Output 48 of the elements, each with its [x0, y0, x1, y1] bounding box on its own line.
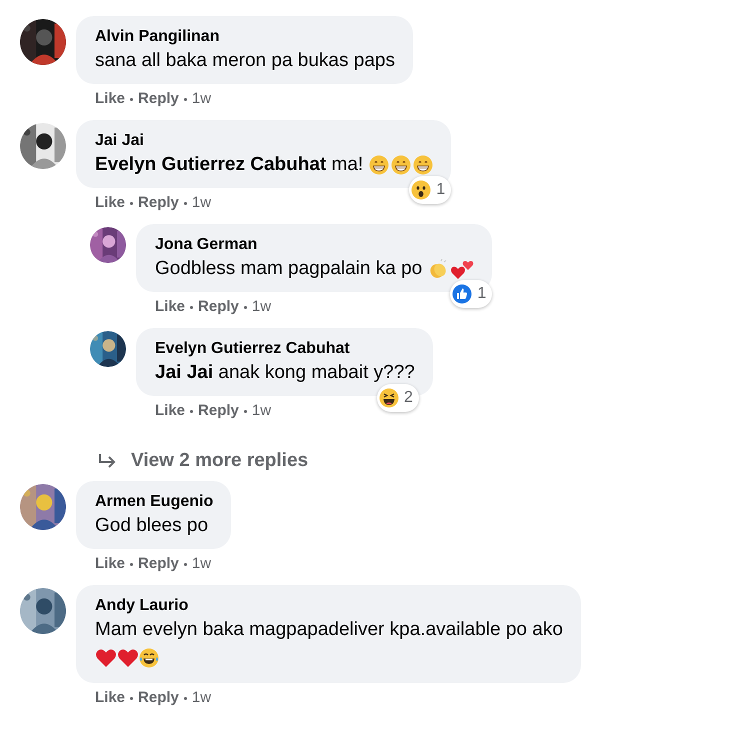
- heart-emoji-icon: [95, 648, 117, 668]
- grinning-emoji-icon: [391, 155, 412, 175]
- comment-text: God blees po: [95, 514, 208, 538]
- comment-text: Mam evelyn baka magpapadeliver kpa.available po ako: [95, 618, 563, 642]
- author-name[interactable]: Andy Laurio: [95, 595, 563, 617]
- grinning-emoji-icon: [369, 155, 390, 175]
- author-name[interactable]: Alvin Pangilinan: [95, 26, 395, 48]
- view-more-replies-link[interactable]: View 2 more replies: [131, 446, 308, 476]
- comment-text: sana all baka meron pa bukas paps: [95, 49, 395, 73]
- two-hearts-emoji-icon: [450, 258, 474, 280]
- reply-link[interactable]: Reply: [138, 88, 179, 110]
- thumbs-up-icon: [452, 284, 472, 304]
- reaction-badge[interactable]: 1: [450, 280, 492, 308]
- author-name[interactable]: Jai Jai: [95, 130, 434, 152]
- reply-link[interactable]: Reply: [138, 686, 179, 710]
- reaction-count: 2: [404, 388, 413, 408]
- timestamp: 1w: [192, 554, 212, 574]
- timestamp: 1w: [252, 400, 272, 421]
- reply-link[interactable]: Reply: [138, 192, 179, 214]
- grinning-emoji-icon: [413, 155, 434, 175]
- reply-link[interactable]: Reply: [198, 400, 239, 422]
- like-link[interactable]: Like: [155, 296, 186, 318]
- like-link[interactable]: Like: [95, 88, 126, 110]
- timestamp: 1w: [192, 88, 212, 109]
- author-name[interactable]: Evelyn Gutierrez Cabuhat: [155, 338, 415, 360]
- reply-link[interactable]: Reply: [138, 552, 179, 576]
- comment-text: Jai Jai anak kong mabait y???: [155, 361, 415, 385]
- reply-link[interactable]: Reply: [198, 296, 239, 318]
- timestamp: 1w: [252, 296, 272, 317]
- reaction-count: 1: [477, 284, 486, 304]
- reaction-badge[interactable]: 2: [376, 384, 419, 412]
- reply-arrow-icon: [97, 453, 117, 469]
- like-link[interactable]: Like: [95, 552, 126, 576]
- laughing-tears-emoji-icon: [139, 648, 159, 668]
- reaction-badge[interactable]: 1: [409, 176, 452, 204]
- timestamp: 1w: [192, 192, 212, 213]
- timestamp: 1w: [192, 688, 212, 708]
- surprised-emoji-icon: [411, 180, 432, 200]
- like-link[interactable]: Like: [95, 686, 126, 710]
- like-link[interactable]: Like: [95, 192, 126, 214]
- like-link[interactable]: Like: [155, 400, 186, 422]
- author-name[interactable]: Armen Eugenio: [95, 491, 214, 513]
- comment-text: Evelyn Gutierrez Cabuhat ma!: [95, 153, 364, 177]
- comment-text: Godbless mam pagpalain ka po: [155, 257, 422, 281]
- author-name[interactable]: Jona German: [155, 234, 474, 256]
- heart-emoji-icon: [117, 648, 139, 668]
- laughing-emoji-icon: [378, 388, 399, 408]
- reaction-count: 1: [436, 180, 446, 200]
